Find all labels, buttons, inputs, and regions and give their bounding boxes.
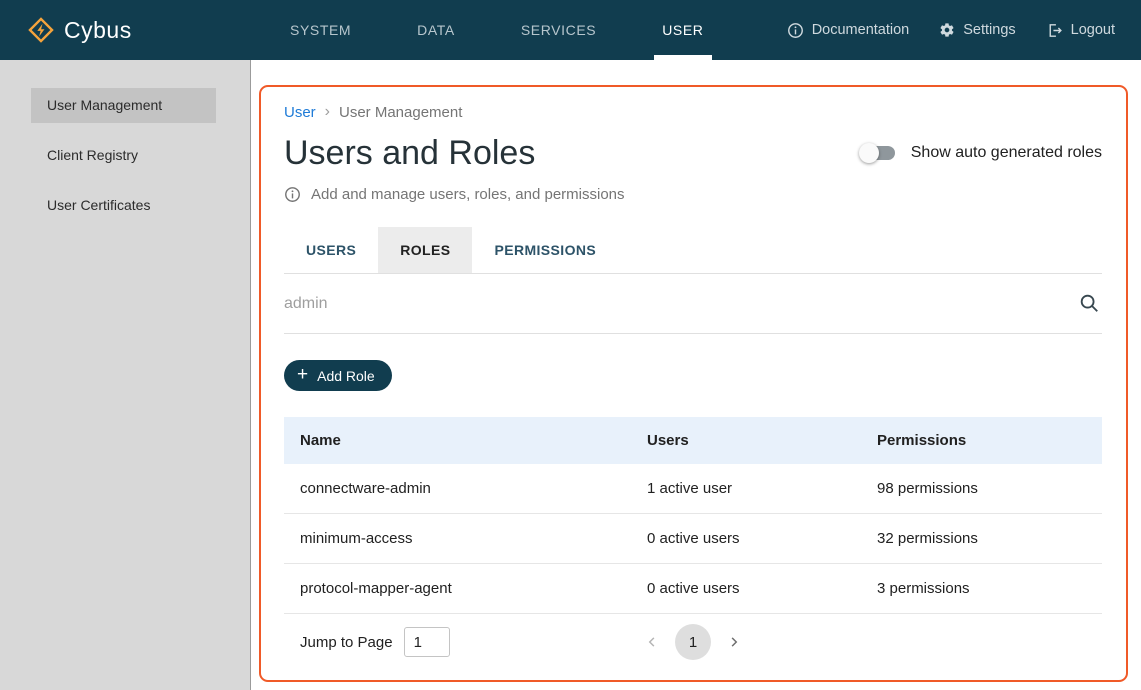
header-name: Name <box>300 432 647 449</box>
search-input[interactable] <box>284 274 1102 333</box>
jump-to-page-input[interactable] <box>404 627 450 657</box>
add-role-label: Add Role <box>317 368 375 384</box>
brand-logo-group[interactable]: Cybus <box>28 17 224 44</box>
settings-link[interactable]: Settings <box>939 22 1015 38</box>
plus-icon: + <box>297 365 308 384</box>
breadcrumb-current: User Management <box>339 104 462 121</box>
table-row[interactable]: minimum-access 0 active users 32 permiss… <box>284 514 1102 564</box>
subtitle-row: Add and manage users, roles, and permiss… <box>284 186 1102 203</box>
tab-permissions[interactable]: PERMISSIONS <box>472 227 618 273</box>
table-header-row: Name Users Permissions <box>284 417 1102 464</box>
documentation-label: Documentation <box>812 22 910 38</box>
page-title: Users and Roles <box>284 130 535 176</box>
current-page-button[interactable]: 1 <box>675 624 711 660</box>
nav-utilities: Documentation Settings Logout <box>787 22 1115 39</box>
next-page-button[interactable] <box>720 628 748 656</box>
table-row[interactable]: protocol-mapper-agent 0 active users 3 p… <box>284 564 1102 614</box>
roles-table: Name Users Permissions connectware-admin… <box>284 417 1102 670</box>
cybus-diamond-icon <box>28 17 54 43</box>
sidebar-item-user-management[interactable]: User Management <box>31 88 216 123</box>
table-row[interactable]: connectware-admin 1 active user 98 permi… <box>284 464 1102 514</box>
info-circle-icon <box>787 22 804 39</box>
primary-nav: SYSTEM DATA SERVICES USER <box>290 0 704 60</box>
documentation-link[interactable]: Documentation <box>787 22 910 39</box>
sidebar-item-client-registry[interactable]: Client Registry <box>31 138 216 173</box>
pagination: 1 <box>638 624 748 660</box>
main-content: User User Management Users and Roles Sho… <box>251 60 1141 690</box>
brand-name: Cybus <box>64 17 132 44</box>
prev-page-button[interactable] <box>638 628 666 656</box>
sidebar: User Management Client Registry User Cer… <box>0 60 251 690</box>
nav-item-services[interactable]: SERVICES <box>521 0 596 60</box>
sidebar-item-user-certificates[interactable]: User Certificates <box>31 188 216 223</box>
breadcrumb-separator-icon <box>325 103 330 121</box>
page-subtitle: Add and manage users, roles, and permiss… <box>311 186 625 203</box>
header-permissions: Permissions <box>877 432 1102 449</box>
breadcrumb-link-user[interactable]: User <box>284 104 316 121</box>
tab-users[interactable]: USERS <box>284 227 378 273</box>
cell-role-permissions: 3 permissions <box>877 580 1102 597</box>
cell-role-permissions: 32 permissions <box>877 530 1102 547</box>
cell-role-name: minimum-access <box>300 530 647 547</box>
tab-roles[interactable]: ROLES <box>378 227 472 273</box>
gear-icon <box>939 22 955 38</box>
tab-bar: USERS ROLES PERMISSIONS <box>284 227 1102 274</box>
cell-role-users: 1 active user <box>647 480 877 497</box>
top-navbar: Cybus SYSTEM DATA SERVICES USER Document… <box>0 0 1141 60</box>
search-icon[interactable] <box>1078 292 1100 314</box>
header-users: Users <box>647 432 877 449</box>
auto-roles-toggle-group: Show auto generated roles <box>859 143 1102 163</box>
logout-link[interactable]: Logout <box>1046 22 1115 39</box>
toggle-knob <box>859 143 879 163</box>
users-roles-panel: User User Management Users and Roles Sho… <box>259 85 1128 682</box>
chevron-left-icon <box>643 633 661 651</box>
logout-icon <box>1046 22 1063 39</box>
nav-item-data[interactable]: DATA <box>417 0 455 60</box>
cell-role-name: connectware-admin <box>300 480 647 497</box>
search-row <box>284 274 1102 334</box>
add-role-button[interactable]: + Add Role <box>284 360 392 391</box>
settings-label: Settings <box>963 22 1015 38</box>
auto-roles-toggle[interactable] <box>859 143 897 163</box>
info-circle-icon <box>284 186 301 203</box>
auto-roles-toggle-label: Show auto generated roles <box>911 144 1102 162</box>
table-footer: Jump to Page 1 <box>284 614 1102 670</box>
logout-label: Logout <box>1071 22 1115 38</box>
nav-item-system[interactable]: SYSTEM <box>290 0 351 60</box>
cell-role-users: 0 active users <box>647 530 877 547</box>
cell-role-permissions: 98 permissions <box>877 480 1102 497</box>
jump-to-page-label: Jump to Page <box>300 634 393 651</box>
cell-role-users: 0 active users <box>647 580 877 597</box>
breadcrumb: User User Management <box>284 100 1102 124</box>
cell-role-name: protocol-mapper-agent <box>300 580 647 597</box>
title-row: Users and Roles Show auto generated role… <box>284 130 1102 176</box>
chevron-right-icon <box>725 633 743 651</box>
nav-item-user[interactable]: USER <box>662 0 703 60</box>
